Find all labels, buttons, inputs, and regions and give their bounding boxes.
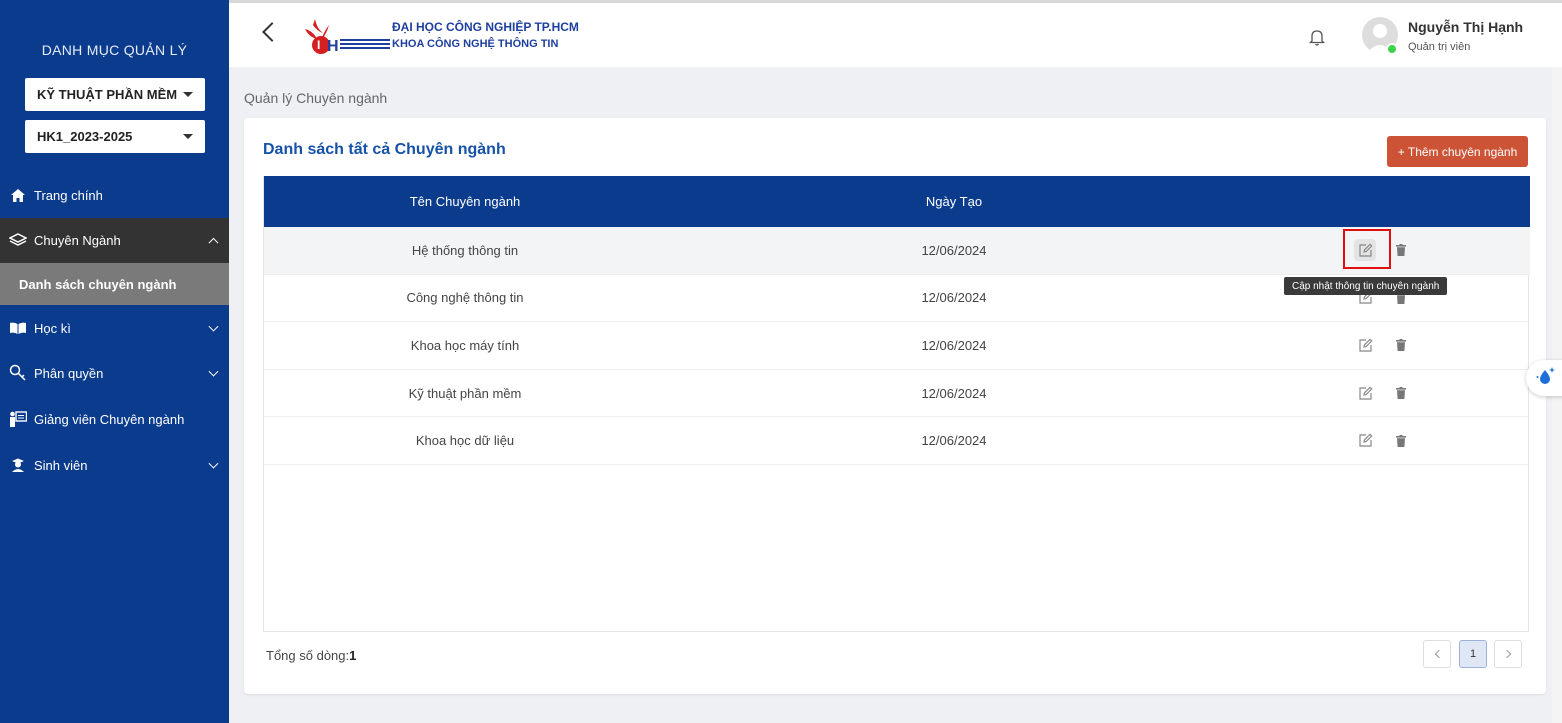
pagination-prev-button[interactable] <box>1423 640 1451 668</box>
cell-date: 12/06/2024 <box>921 385 987 401</box>
edit-icon[interactable] <box>1354 334 1376 356</box>
key-icon <box>9 364 27 381</box>
sidebar-item-label: Sinh viên <box>34 457 88 473</box>
chevron-down-icon <box>208 321 219 332</box>
student-icon <box>9 457 27 473</box>
edit-tooltip: Cập nhật thông tin chuyên ngành <box>1284 277 1448 295</box>
home-icon <box>9 187 27 203</box>
svg-text:I: I <box>317 38 320 52</box>
table-header: Tên Chuyên ngành Ngày Tạo <box>264 176 1530 227</box>
trash-icon[interactable] <box>1392 336 1410 354</box>
chevron-down-icon <box>208 458 219 469</box>
sidebar-subitem-major-list[interactable]: Danh sách chuyên ngành <box>0 263 229 305</box>
sidebar-item-label: Phân quyền <box>34 365 104 381</box>
major-select[interactable]: KỸ THUẬT PHẦN MỀM <box>25 78 205 111</box>
content-card: Danh sách tất cả Chuyên ngành + Thêm chu… <box>244 118 1546 694</box>
semester-select[interactable]: HK1_2023-2025 <box>25 120 205 153</box>
book-icon <box>9 320 27 336</box>
faculty-name: KHOA CÔNG NGHỆ THÔNG TIN <box>392 38 559 50</box>
cell-name: Khoa học máy tính <box>410 337 520 353</box>
back-arrow-icon[interactable] <box>262 22 282 42</box>
sidebar-item-lecturers[interactable]: Giảng viên Chuyên ngành <box>0 406 229 432</box>
table-row: Khoa học dữ liệu 12/06/2024 <box>264 417 1530 465</box>
sidebar: DANH MỤC QUẢN LÝ KỸ THUẬT PHẦN MỀM HK1_2… <box>0 0 229 723</box>
online-status-dot <box>1386 43 1398 55</box>
sidebar-item-label: Giảng viên Chuyên ngành <box>34 411 185 427</box>
school-name: ĐẠI HỌC CÔNG NGHIỆP TP.HCM <box>392 20 579 34</box>
droplet-sparkle-icon <box>1535 365 1557 392</box>
user-role: Quản trị viên <box>1408 41 1471 53</box>
table-row: Kỹ thuật phần mềm 12/06/2024 <box>264 370 1530 418</box>
sidebar-item-label: Trang chính <box>34 187 103 203</box>
chevron-left-icon <box>1434 649 1443 659</box>
edit-icon[interactable] <box>1354 382 1376 404</box>
cell-date: 12/06/2024 <box>921 290 987 306</box>
row-total-label: Tổng số dòng: <box>266 648 350 663</box>
card-title: Danh sách tất cả Chuyên ngành <box>263 141 506 158</box>
trash-icon[interactable] <box>1392 384 1410 402</box>
sidebar-item-students[interactable]: Sinh viên <box>0 452 229 478</box>
sidebar-item-semester[interactable]: Học kì <box>0 315 229 341</box>
cell-name: Công nghệ thông tin <box>406 290 524 306</box>
chevron-right-icon <box>1502 649 1511 659</box>
semester-select-value: HK1_2023-2025 <box>37 129 133 144</box>
university-logo: I H <box>301 15 391 57</box>
trash-icon[interactable] <box>1392 432 1410 450</box>
layers-icon <box>9 233 27 249</box>
lecturer-icon <box>9 411 27 427</box>
svg-text:H: H <box>327 38 339 55</box>
bell-icon[interactable] <box>1307 27 1327 47</box>
caret-down-icon <box>183 92 193 97</box>
caret-down-icon <box>183 134 193 139</box>
row-total: Tổng số dòng:1 <box>266 648 356 663</box>
majors-table: Tên Chuyên ngành Ngày Tạo Hệ thống thông… <box>263 176 1530 632</box>
column-header-date: Ngày Tạo <box>925 194 983 209</box>
row-total-value: 1 <box>349 648 357 663</box>
sidebar-title: DANH MỤC QUẢN LÝ <box>41 42 188 58</box>
sidebar-item-home[interactable]: Trang chính <box>0 182 229 208</box>
edit-icon[interactable] <box>1354 239 1376 262</box>
top-header: I H ĐẠI HỌC CÔNG NGHIỆP TP.HCM KHOA CÔNG… <box>229 0 1562 67</box>
major-select-value: KỸ THUẬT PHẦN MỀM <box>37 87 178 102</box>
column-header-name: Tên Chuyên ngành <box>409 194 521 209</box>
add-major-button[interactable]: + Thêm chuyên ngành <box>1387 136 1528 167</box>
sidebar-item-permissions[interactable]: Phân quyền <box>0 360 229 386</box>
cell-name: Khoa học dữ liệu <box>415 433 515 449</box>
cell-date: 12/06/2024 <box>921 242 987 258</box>
edit-icon[interactable] <box>1354 430 1376 452</box>
table-row: Khoa học máy tính 12/06/2024 <box>264 322 1530 370</box>
table-row: Hệ thống thông tin 12/06/2024 <box>264 227 1530 275</box>
assistant-button[interactable] <box>1526 360 1562 396</box>
sidebar-item-label: Học kì <box>34 320 71 336</box>
sidebar-item-majors[interactable]: Chuyên Ngành <box>0 218 229 263</box>
cell-date: 12/06/2024 <box>921 433 987 449</box>
page-title: Quản lý Chuyên ngành <box>244 90 388 106</box>
cell-date: 12/06/2024 <box>921 337 987 353</box>
sidebar-item-label: Chuyên Ngành <box>34 233 121 248</box>
chevron-up-icon <box>208 237 219 248</box>
chevron-down-icon <box>208 366 219 377</box>
user-name[interactable]: Nguyễn Thị Hạnh <box>1408 19 1523 35</box>
pagination-next-button[interactable] <box>1494 640 1522 668</box>
cell-name: Hệ thống thông tin <box>411 242 519 258</box>
trash-icon[interactable] <box>1392 241 1410 259</box>
pagination-page-button[interactable]: 1 <box>1459 640 1487 668</box>
cell-name: Kỹ thuật phần mềm <box>408 385 522 401</box>
